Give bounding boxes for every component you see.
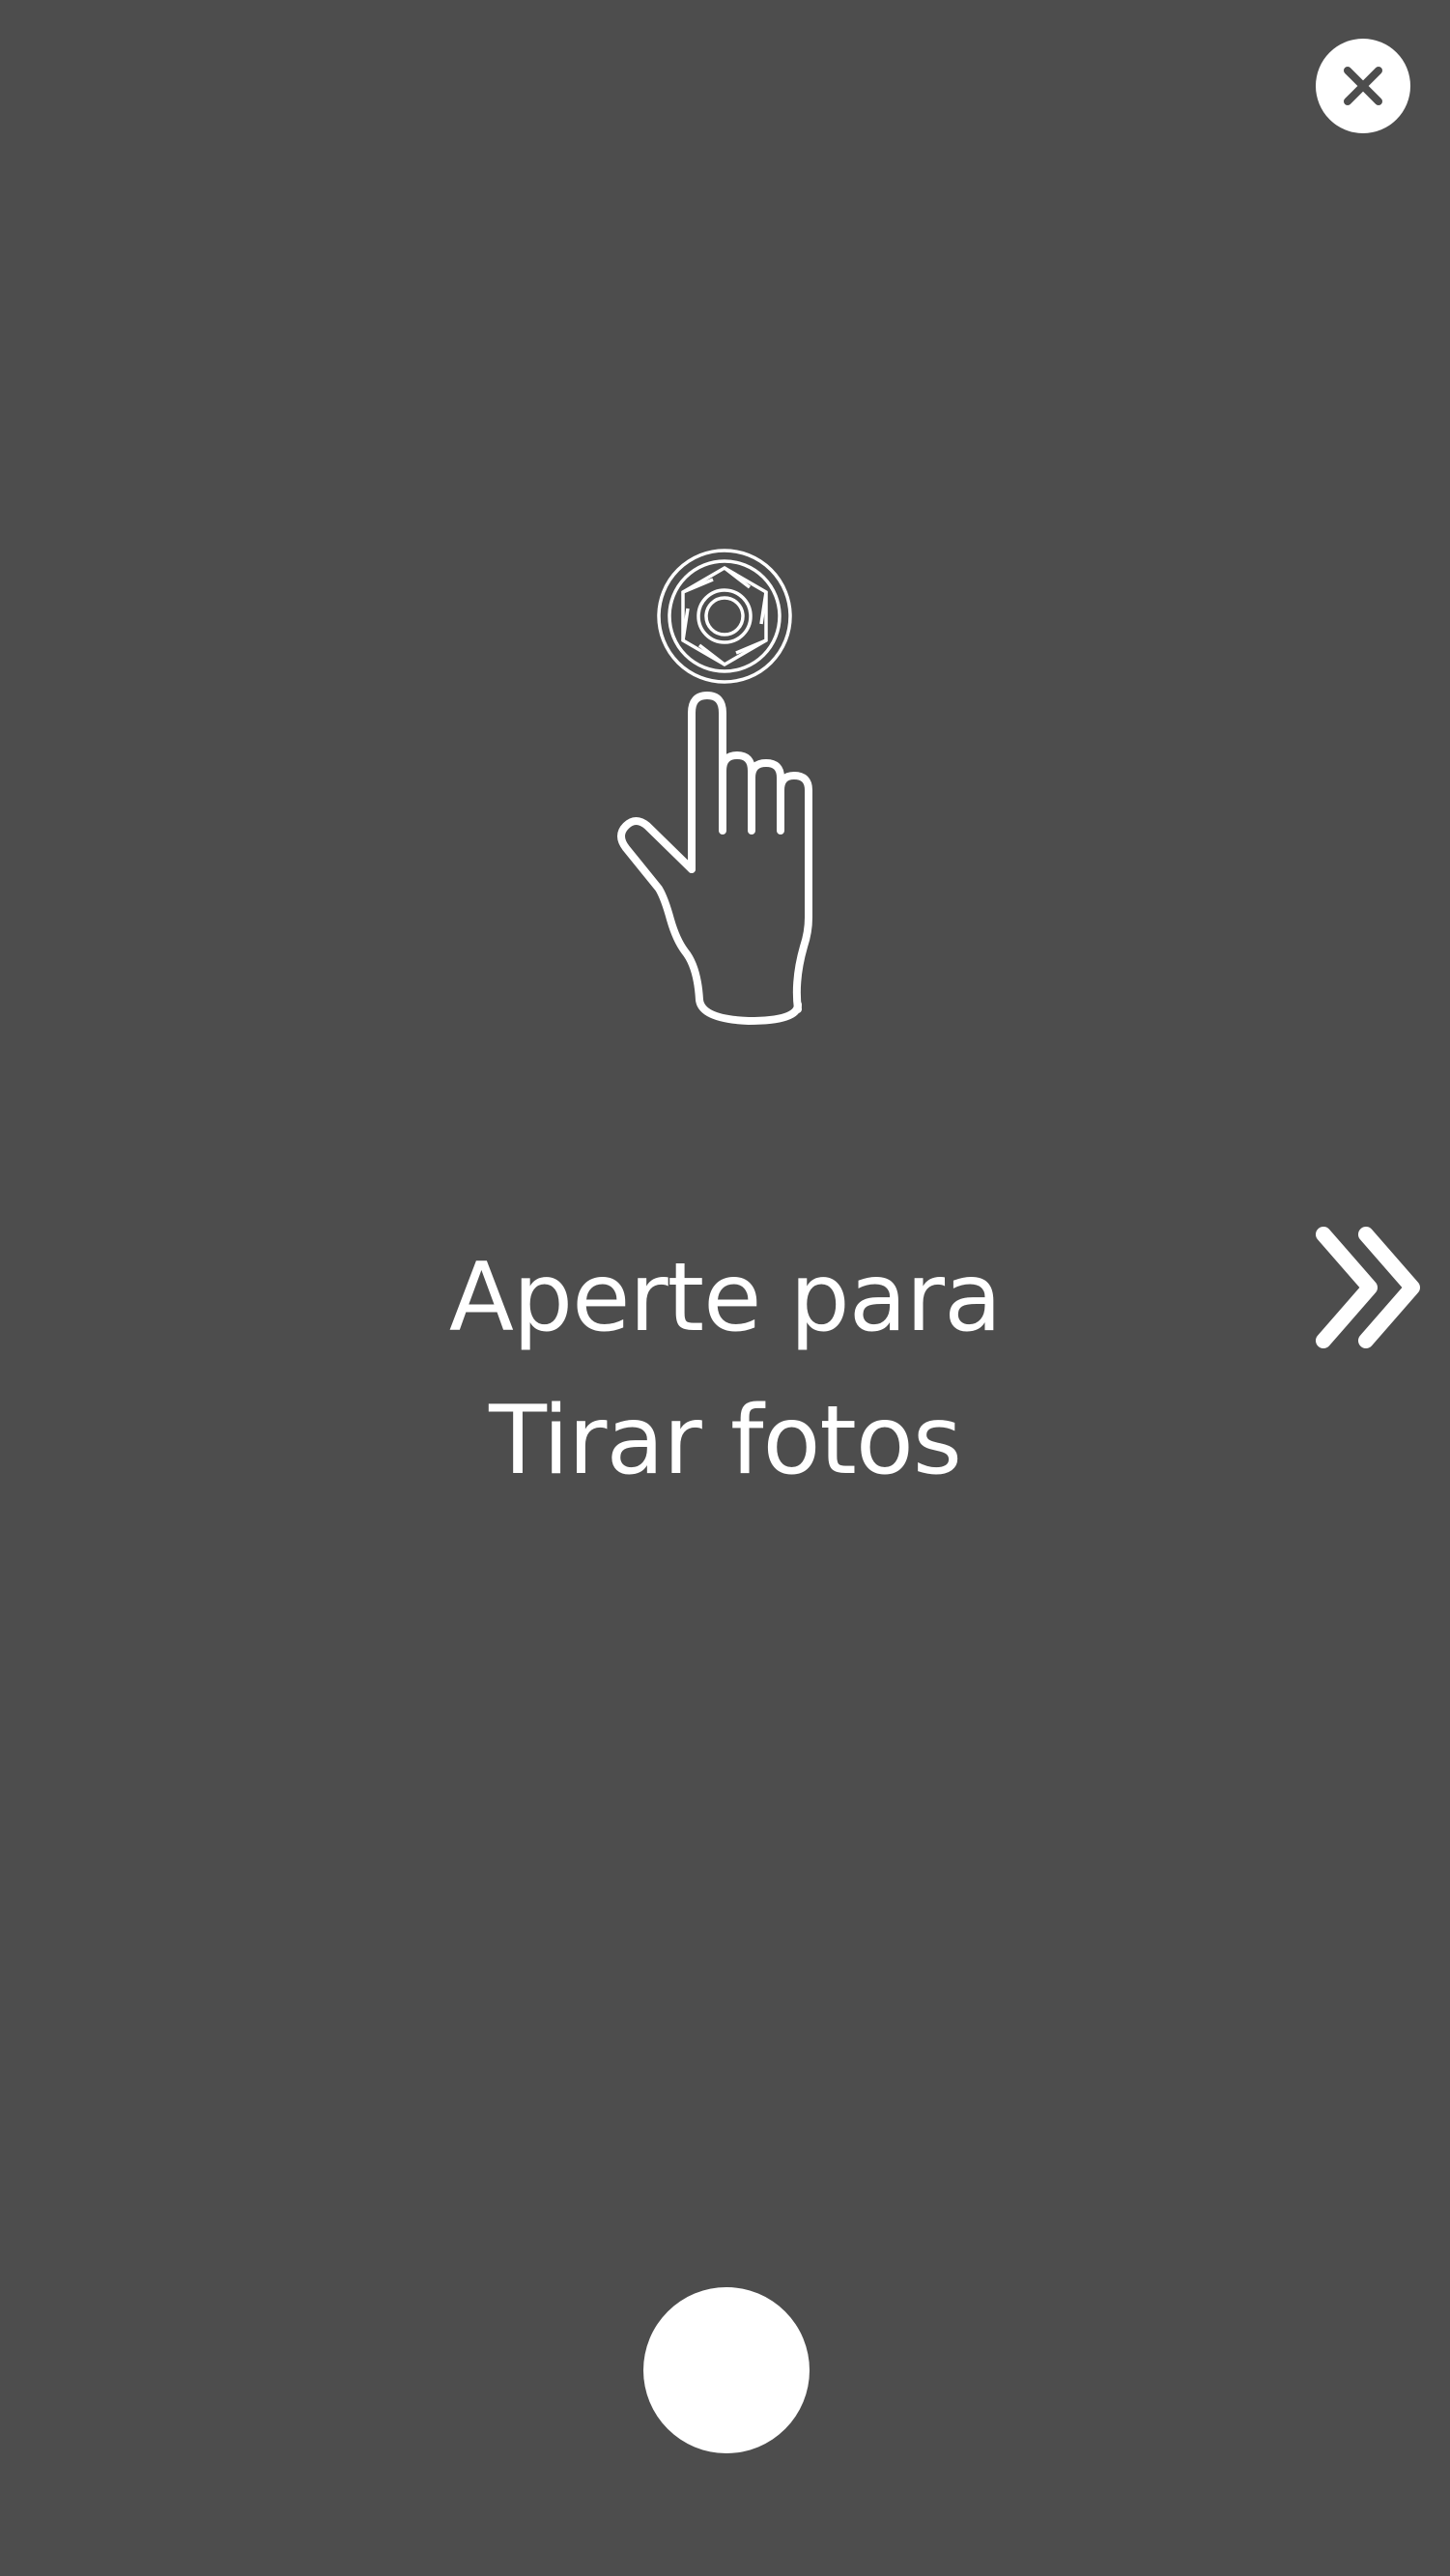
double-chevron-right-icon (1316, 1227, 1420, 1348)
close-button[interactable] (1316, 39, 1410, 133)
hand-icon (617, 692, 812, 1025)
instruction-line-2: Tirar fotos (489, 1386, 962, 1496)
instruction-line-1: Aperte para (448, 1243, 1002, 1353)
instruction-text: Aperte para Tirar fotos (242, 1227, 1208, 1513)
tap-to-capture-illustration (589, 541, 860, 1053)
shutter-button[interactable] (643, 2287, 810, 2453)
next-button[interactable] (1316, 1227, 1432, 1348)
camera-aperture-icon (657, 549, 792, 684)
close-icon (1344, 67, 1382, 105)
